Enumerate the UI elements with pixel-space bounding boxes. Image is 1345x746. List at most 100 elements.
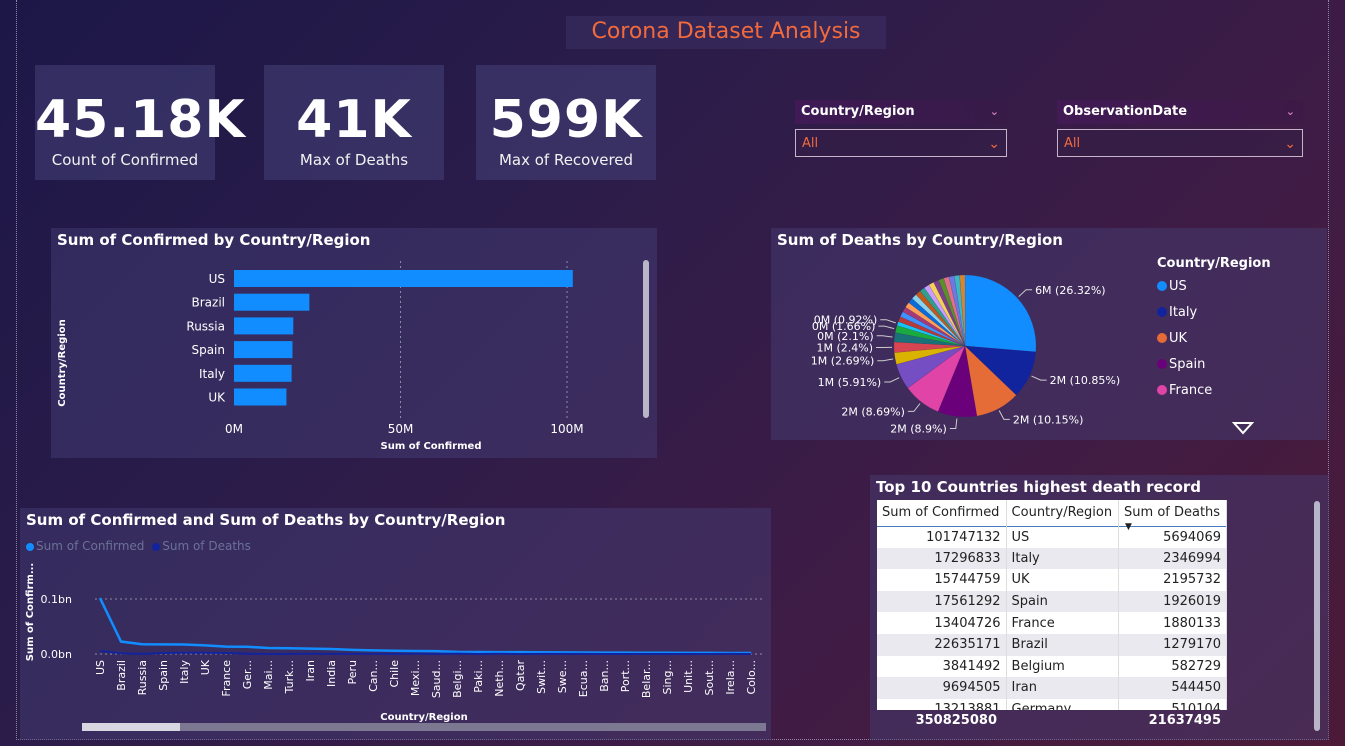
legend-label: Italy: [1169, 305, 1198, 320]
pie-data-label: 6M (26.32%): [1035, 284, 1106, 297]
bar-chart: Country/Region Sum of Confirmed 0M 50M 100…: [57, 261, 584, 452]
pie-data-label: 2M (10.85%): [1050, 374, 1121, 387]
line-x-tick-label: Ecua...: [577, 660, 590, 697]
pie-chart: 6M (26.32%) 2M (10.85%) 2M (10.15%) 2M (8.9…: [811, 274, 1121, 435]
chevron-down-icon[interactable]: ⌄: [1286, 100, 1295, 124]
legend-scroll-down-icon[interactable]: [1232, 421, 1254, 435]
table-row[interactable]: 101747132 US 5694069: [877, 526, 1227, 548]
col-header-sum-confirmed[interactable]: Sum of Confirmed: [877, 500, 1007, 526]
table-row[interactable]: 13404726 France 1880133: [877, 612, 1227, 634]
cell-country: Italy: [1006, 547, 1120, 570]
kpi-card-max-deaths[interactable]: 41K Max of Deaths: [264, 65, 444, 180]
line-x-tick-label: Mexi...: [409, 660, 422, 696]
legend-item-uk[interactable]: UK: [1157, 326, 1317, 352]
bar: [234, 317, 294, 335]
pie-data-label: 2M (10.15%): [1013, 413, 1084, 426]
kpi-value: 41K: [296, 90, 412, 150]
observation-date-dropdown[interactable]: All ⌄: [1057, 129, 1303, 157]
line-x-tick-label: Italy: [178, 660, 191, 684]
pie-data-label: 0M (0.92%): [814, 314, 878, 327]
confirmed-series-line: [98, 597, 752, 655]
table-scrollbar[interactable]: [1314, 501, 1320, 731]
line-x-tick-label: Qatar: [514, 660, 527, 691]
legend-item-spain[interactable]: Spain: [1157, 352, 1317, 378]
total-confirmed: 350825080: [915, 713, 997, 728]
line-x-tick-label: Sing...: [661, 660, 674, 694]
line-x-axis-label: Country/Region: [380, 712, 467, 723]
table-viewport: Sum of Confirmed Country/Region ▼ Sum of …: [877, 500, 1227, 710]
pie-leader-line: [907, 403, 921, 412]
kpi-card-count-confirmed[interactable]: 45.18K Count of Confirmed: [35, 65, 245, 180]
line-x-tick-label: Saud...: [430, 660, 443, 698]
pie-legend: Country/Region US Italy UK Spain France: [1157, 254, 1317, 404]
cell-country: UK: [1006, 569, 1120, 591]
bar: [234, 364, 292, 382]
line-x-tick-label: US: [94, 660, 107, 675]
cell-sum-confirmed: 13404726: [877, 612, 1007, 634]
cell-country: Brazil: [1006, 633, 1120, 656]
top10-table-panel[interactable]: Top 10 Countries highest death record Su…: [870, 475, 1329, 740]
legend-dot-icon: [1157, 359, 1167, 369]
kpi-card-max-recovered[interactable]: 599K Max of Recovered: [476, 65, 656, 180]
cell-country: Iran: [1006, 677, 1120, 699]
col-header-country[interactable]: Country/Region: [1006, 500, 1120, 526]
chevron-down-icon: ⌄: [988, 136, 1000, 152]
line-x-tick-label: Neth...: [493, 660, 506, 697]
table-row[interactable]: 22635171 Brazil 1279170: [877, 633, 1227, 656]
line-chart-panel[interactable]: Sum of Confirmed and Sum of Deaths by Co…: [20, 508, 771, 740]
cell-sum-deaths: 1926019: [1118, 590, 1227, 613]
cell-sum-confirmed: 13213881: [877, 698, 1007, 710]
line-y-tick-label: 0.0bn: [41, 648, 72, 661]
country-region-slicer: Country/Region ⌄ All ⌄: [795, 100, 1007, 160]
bar-chart-scrollbar[interactable]: [643, 260, 649, 418]
cell-sum-confirmed: 3841492: [877, 655, 1007, 678]
line-y-tick-label: 0.1bn: [41, 593, 72, 606]
cell-sum-confirmed: 15744759: [877, 569, 1007, 591]
pie-chart-title: Sum of Deaths by Country/Region: [777, 231, 1063, 249]
bar-category-label: Spain: [191, 343, 225, 357]
line-x-tick-label: France: [220, 660, 233, 697]
cell-country: Spain: [1006, 590, 1120, 613]
col-header-label: Sum of Deaths: [1124, 505, 1221, 521]
table-row[interactable]: 17296833 Italy 2346994: [877, 547, 1227, 570]
line-x-tick-label: Can...: [367, 660, 380, 692]
horizontal-scrollbar-track[interactable]: [82, 723, 766, 731]
table-row[interactable]: 13213881 Germany 510104: [877, 698, 1227, 710]
pie-leader-line: [1031, 375, 1047, 381]
line-x-tick-label: Spain: [157, 660, 170, 691]
table-row[interactable]: 17561292 Spain 1926019: [877, 590, 1227, 613]
legend-dot-icon: [1157, 281, 1167, 291]
line-x-tick-label: Russia: [136, 660, 149, 695]
legend-item-france[interactable]: France: [1157, 378, 1317, 404]
bar-chart-panel[interactable]: Sum of Confirmed by Country/Region Count…: [51, 228, 657, 458]
pie-leader-line: [876, 335, 893, 338]
horizontal-scrollbar-thumb[interactable]: [82, 723, 180, 731]
bar-x-axis-label: Sum of Confirmed: [381, 441, 482, 452]
line-x-tick-label: Sout...: [703, 660, 716, 696]
cell-sum-confirmed: 17296833: [877, 547, 1007, 570]
pie-chart-panel[interactable]: Sum of Deaths by Country/Region 6M (26.3…: [771, 228, 1327, 440]
cell-sum-confirmed: 101747132: [877, 526, 1007, 548]
table-row[interactable]: 15744759 UK 2195732: [877, 569, 1227, 591]
legend-item-italy[interactable]: Italy: [1157, 300, 1317, 326]
table-title: Top 10 Countries highest death record: [876, 478, 1202, 496]
col-header-sum-deaths[interactable]: ▼ Sum of Deaths: [1118, 500, 1227, 532]
chevron-down-icon[interactable]: ⌄: [990, 100, 999, 124]
bar: [234, 293, 310, 311]
slicer-value: All: [1064, 136, 1081, 151]
bar-chart-title: Sum of Confirmed by Country/Region: [57, 231, 371, 249]
legend-dot-icon: [1157, 333, 1167, 343]
country-region-dropdown[interactable]: All ⌄: [795, 129, 1007, 157]
pie-legend-title: Country/Region: [1157, 256, 1271, 271]
legend-item-us[interactable]: US: [1157, 274, 1317, 300]
table-row[interactable]: 9694505 Iran 544450: [877, 677, 1227, 699]
cell-sum-deaths: 544450: [1118, 677, 1227, 699]
cell-sum-deaths: 1279170: [1118, 633, 1227, 656]
line-x-tick-label: Mai...: [262, 660, 275, 690]
total-deaths: 21637495: [1148, 713, 1221, 728]
line-x-tick-label: Belgi...: [451, 660, 464, 698]
kpi-value: 599K: [489, 90, 643, 150]
table-row[interactable]: 3841492 Belgium 582729: [877, 655, 1227, 678]
line-x-tick-label: Peru: [346, 660, 359, 685]
cell-sum-deaths: 2346994: [1118, 547, 1227, 570]
